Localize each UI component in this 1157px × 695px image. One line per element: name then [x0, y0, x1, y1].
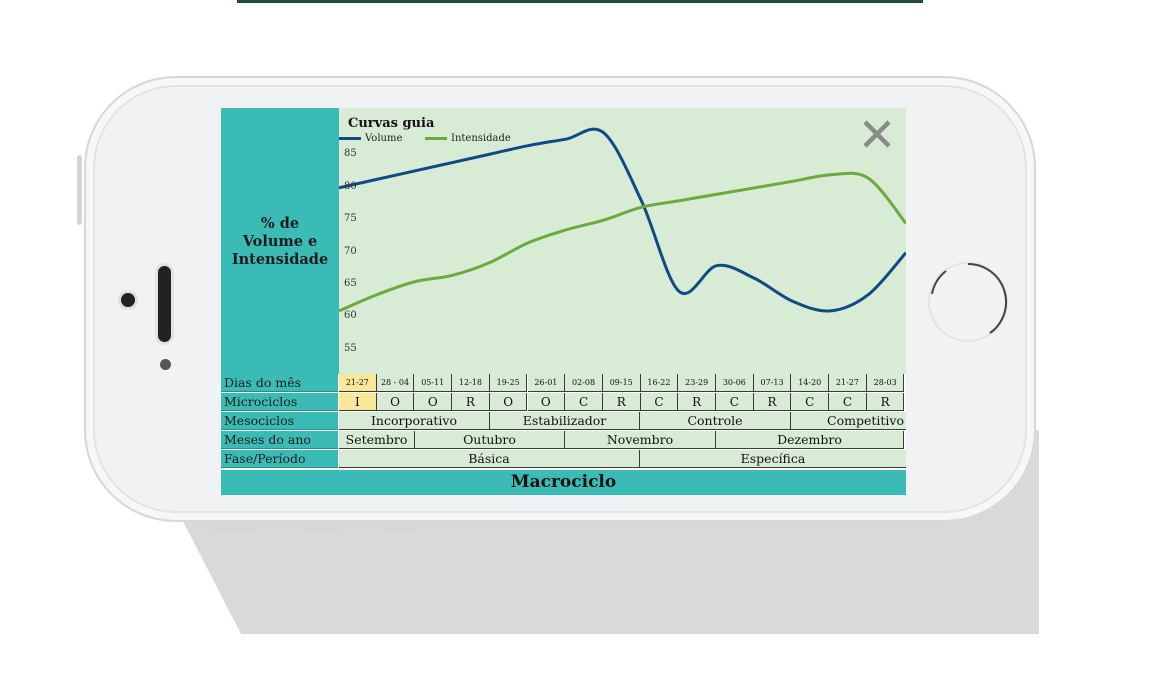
microcycle-cell: R: [866, 393, 905, 411]
day-cell: 19-25: [489, 374, 528, 392]
microcycle-cell: C: [829, 393, 867, 411]
microcycle-cell: O: [489, 393, 528, 411]
row-meso: Incorporativo Estabilizador Controle Com…: [339, 412, 906, 431]
day-cell: 28-03: [866, 374, 905, 392]
close-icon[interactable]: [861, 118, 893, 150]
y-tick-label: 75: [344, 213, 357, 225]
sensor-dot: [160, 359, 171, 370]
side-button: [213, 527, 257, 531]
day-cell: 09-15: [602, 374, 641, 392]
y-tick-label: 60: [344, 310, 357, 322]
intensidade-line: [339, 171, 906, 313]
day-cell: 07-13: [753, 374, 792, 392]
day-cell: 23-29: [678, 374, 716, 392]
side-button: [384, 527, 417, 531]
microcycle-cell: C: [640, 393, 679, 411]
y-tick-label: 70: [344, 245, 357, 257]
day-cell: 16-22: [640, 374, 679, 392]
chart-area: Curvas guia Volume Intensidade 85 80 75 70 6…: [339, 108, 906, 374]
y-tick-label: 80: [344, 180, 357, 192]
row-label-dias: Dias do mês: [221, 374, 338, 392]
chart-title: Curvas guia: [348, 116, 435, 131]
day-cell: 05-11: [414, 374, 453, 392]
meso-cell: Estabilizador: [490, 412, 640, 430]
day-cell: 12-18: [452, 374, 490, 392]
y-tick-label: 85: [344, 148, 357, 160]
microcycle-cell: C: [565, 393, 603, 411]
month-cell: Setembro: [339, 431, 415, 449]
top-divider: [237, 0, 923, 3]
microcycle-cell: I: [339, 393, 377, 411]
day-cell: 14-20: [791, 374, 830, 392]
microcycle-cell: R: [678, 393, 716, 411]
legend-intensidade-label: Intensidade: [451, 133, 511, 144]
microcycle-cell: R: [452, 393, 490, 411]
legend-intensidade: Intensidade: [425, 133, 511, 144]
row-label-meso: Mesociclos: [221, 412, 338, 430]
home-button[interactable]: [928, 262, 1008, 342]
loading-ring-icon: [931, 263, 1008, 334]
microcycle-cell: C: [716, 393, 754, 411]
side-button: [77, 155, 82, 225]
row-dias: 21-27 28 - 04 05-11 12-18 19-25 26-01 02-08 09-…: [339, 374, 906, 393]
day-cell: 30-06: [716, 374, 754, 392]
phase-cell: Básica: [339, 450, 640, 468]
legend-volume-label: Volume: [365, 133, 403, 144]
side-button: [305, 527, 338, 531]
y-axis-label-cell: % de Volume e Intensidade: [221, 108, 339, 374]
row-label-meses: Meses do ano: [221, 431, 338, 449]
microcycle-cell: O: [527, 393, 566, 411]
meso-cell: Incorporativo: [339, 412, 490, 430]
microcycle-cell: C: [791, 393, 830, 411]
row-meses: Setembro Outubro Novembro Dezembro: [339, 431, 906, 450]
row-label-fase: Fase/Período: [221, 450, 338, 468]
day-cell: 28 - 04: [376, 374, 415, 392]
month-cell: Dezembro: [716, 431, 904, 449]
row-micro: IOOROOCRCRCRCCR: [339, 393, 906, 412]
day-cell: 02-08: [565, 374, 603, 392]
volume-line: [339, 127, 906, 313]
day-cell: 21-27: [339, 374, 377, 392]
day-cell: 26-01: [527, 374, 566, 392]
y-tick-label: 55: [344, 342, 357, 354]
microcycle-cell: R: [602, 393, 641, 411]
legend-intensidade-swatch: [425, 137, 447, 140]
row-fase: Básica Específica: [339, 450, 906, 469]
app-screen: % de Volume e Intensidade Curvas guia Vo…: [221, 108, 906, 495]
microcycle-cell: O: [414, 393, 453, 411]
phase-cell: Específica: [640, 450, 906, 468]
chart-plot: [339, 127, 906, 313]
speaker-grille: [158, 266, 171, 342]
month-cell: Outubro: [415, 431, 565, 449]
day-cell: 21-27: [829, 374, 867, 392]
legend-volume: Volume: [339, 133, 402, 144]
y-axis-label: % de Volume e Intensidade: [231, 215, 329, 268]
macrociclo-footer: Macrociclo: [221, 470, 906, 495]
row-label-micro: Microciclos: [221, 393, 338, 411]
y-tick-label: 65: [344, 278, 357, 289]
camera-icon: [121, 293, 135, 307]
meso-cell: Competitivo: [791, 412, 906, 430]
legend-volume-swatch: [339, 137, 361, 140]
month-cell: Novembro: [565, 431, 716, 449]
microcycle-cell: R: [753, 393, 792, 411]
microcycle-cell: O: [376, 393, 415, 411]
meso-cell: Controle: [640, 412, 791, 430]
